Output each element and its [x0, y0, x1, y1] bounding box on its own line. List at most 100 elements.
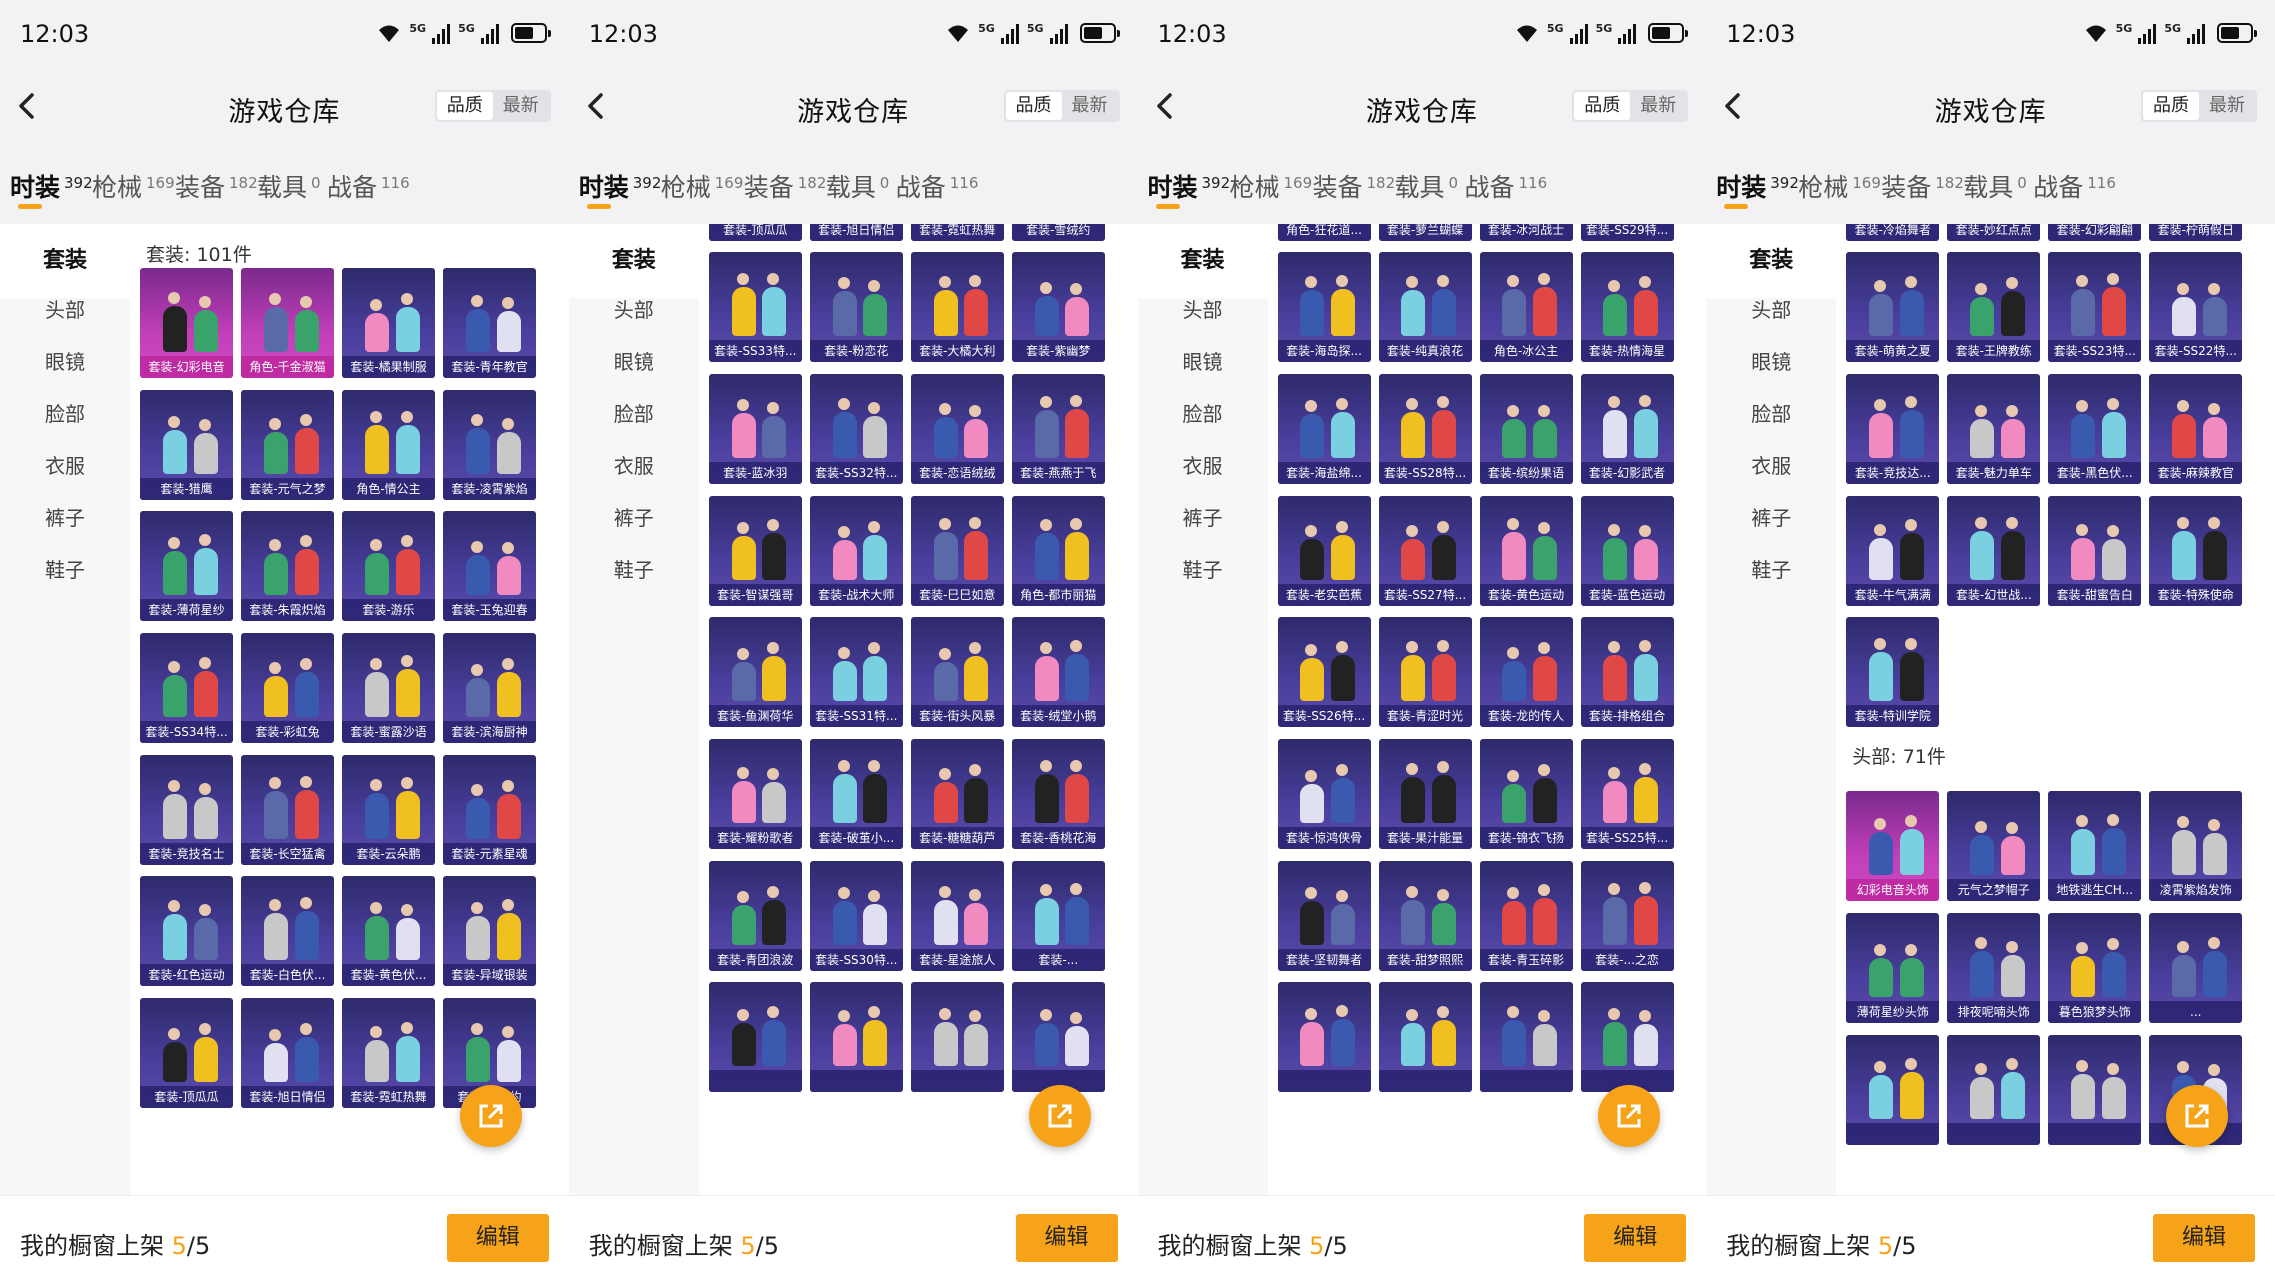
item-card[interactable]: 套装-...之恋	[1580, 860, 1674, 971]
item-card[interactable]: 套装-魅力单车	[1947, 373, 2041, 484]
item-card[interactable]: 幻彩电音头饰	[1846, 791, 1940, 902]
sidebar-item-pants[interactable]: 裤子	[0, 494, 130, 542]
item-card[interactable]: 套装-萌黄之夏	[1846, 252, 1940, 363]
item-card[interactable]: ...	[2149, 912, 2243, 1023]
item-card[interactable]: 套装-霓虹热舞	[342, 998, 435, 1109]
sidebar-item-pants[interactable]: 裤子	[569, 494, 699, 542]
sort-newest-button[interactable]: 最新	[1062, 92, 1118, 120]
item-card[interactable]: 角色-千金淑猫	[241, 268, 334, 378]
item-card[interactable]: 套装-海岛探...	[1277, 252, 1371, 363]
edit-button[interactable]: 编辑	[1584, 1214, 1687, 1262]
item-card[interactable]: 套装-幻世战...	[1947, 495, 2041, 606]
item-card[interactable]: 套装-凌霄紫焰	[443, 389, 536, 500]
item-card[interactable]	[809, 982, 903, 1093]
item-card[interactable]: 套装-红色运动	[140, 876, 233, 987]
sidebar-item-shoes[interactable]: 鞋子	[1706, 546, 1836, 594]
item-card[interactable]: 薄荷星纱头饰	[1846, 912, 1940, 1023]
item-card[interactable]: 凌霄紫焰发饰	[2149, 791, 2243, 902]
tab-fashion[interactable]: 时装 392	[1716, 168, 1799, 204]
item-card[interactable]: 套装-甜蜜告白	[2048, 495, 2142, 606]
tab-supplies[interactable]: 战备 116	[1465, 168, 1548, 204]
sidebar-item-head[interactable]: 头部	[1138, 286, 1268, 334]
item-card[interactable]: 套装-长空猛禽	[241, 754, 334, 865]
tab-equipment[interactable]: 装备 182	[744, 168, 827, 204]
item-card[interactable]: 套装-SS25特...	[1580, 738, 1674, 849]
item-card[interactable]: 套装-...	[1011, 860, 1105, 971]
item-card[interactable]: 套装-王牌教练	[1947, 252, 2041, 363]
item-card[interactable]: 套装-顶瓜瓜	[708, 224, 802, 241]
sidebar-item-face[interactable]: 脸部	[1706, 390, 1836, 438]
item-card[interactable]: 套装-排格组合	[1580, 617, 1674, 728]
item-card[interactable]: 套装-战术大师	[809, 495, 903, 606]
item-card[interactable]: 套装-街头风暴	[910, 617, 1004, 728]
item-card[interactable]: 套装-薄荷星纱	[140, 511, 233, 622]
item-card[interactable]: 套装-旭日情侣	[241, 998, 334, 1109]
sidebar-item-glasses[interactable]: 眼镜	[0, 338, 130, 386]
item-card[interactable]: 套装-元素星魂	[443, 754, 536, 865]
sidebar-item-face[interactable]: 脸部	[0, 390, 130, 438]
item-card[interactable]: 套装-黄色运动	[1479, 495, 1573, 606]
item-card[interactable]: 元气之梦帽子	[1947, 791, 2041, 902]
sort-quality-button[interactable]: 品质	[1574, 92, 1631, 120]
sidebar-item-pants[interactable]: 裤子	[1706, 494, 1836, 542]
item-card[interactable]: 套装-SS32特...	[809, 373, 903, 484]
share-fab[interactable]	[1597, 1085, 1660, 1147]
item-card[interactable]: 套装-竞技名士	[140, 754, 233, 865]
item-card[interactable]: 暮色狼梦头饰	[2048, 912, 2142, 1023]
tab-supplies[interactable]: 战备 116	[2033, 168, 2116, 204]
item-card[interactable]: 套装-SS34特...	[140, 633, 233, 744]
item-card[interactable]: 套装-旭日情侣	[809, 224, 903, 241]
item-card[interactable]: 套装-惊鸿侠骨	[1277, 738, 1371, 849]
item-card[interactable]	[1479, 982, 1573, 1093]
edit-button[interactable]: 编辑	[446, 1214, 549, 1262]
tab-fashion[interactable]: 时装 392	[10, 168, 93, 204]
item-card[interactable]: 套装-云朵鹏	[342, 754, 435, 865]
item-card[interactable]: 套装-冰河战士	[1479, 224, 1573, 241]
item-card[interactable]: 套装-SS22特...	[2149, 252, 2243, 363]
item-card[interactable]: 套装-猎鹰	[140, 389, 233, 500]
item-card[interactable]: 套装-游乐	[342, 511, 435, 622]
sort-quality-button[interactable]: 品质	[436, 92, 493, 120]
item-card[interactable]: 套装-元气之梦	[241, 389, 334, 500]
item-card[interactable]: 套装-绒堂小鹅	[1011, 617, 1105, 728]
item-card[interactable]: 套装-SS29特...	[1580, 224, 1674, 241]
sidebar-item-head[interactable]: 头部	[0, 286, 130, 334]
item-card[interactable]: 套装-牛气满满	[1846, 495, 1940, 606]
item-card[interactable]	[1947, 1034, 2041, 1145]
item-card[interactable]: 角色-狂花道...	[1277, 224, 1371, 241]
tab-vehicles[interactable]: 载具 0	[257, 168, 321, 204]
item-card[interactable]: 套装-顶瓜瓜	[140, 998, 233, 1109]
item-card[interactable]: 套装-缤纷果语	[1479, 373, 1573, 484]
item-card[interactable]: 套装-大橘大利	[910, 252, 1004, 363]
item-card[interactable]	[1846, 1034, 1940, 1145]
item-card[interactable]: 套装-紫幽梦	[1011, 252, 1105, 363]
item-card[interactable]: 套装-萝兰蝴蝶	[1378, 224, 1472, 241]
tab-vehicles[interactable]: 载具 0	[1963, 168, 2027, 204]
tab-equipment[interactable]: 装备 182	[1313, 168, 1396, 204]
item-card[interactable]: 角色-都市丽猫	[1011, 495, 1105, 606]
item-card[interactable]: 套装-特殊使命	[2149, 495, 2243, 606]
item-card[interactable]: 套装-龙的传人	[1479, 617, 1573, 728]
item-card[interactable]	[2048, 1034, 2142, 1145]
item-card[interactable]: 套装-异域银装	[443, 876, 536, 987]
tab-guns[interactable]: 枪械 169	[1798, 168, 1881, 204]
item-card[interactable]: 套装-SS27特...	[1378, 495, 1472, 606]
item-card[interactable]: 套装-黄色伏...	[342, 876, 435, 987]
item-card[interactable]: 套装-甜梦照熙	[1378, 860, 1472, 971]
item-card[interactable]	[1580, 982, 1674, 1093]
item-card[interactable]: 套装-青团浪波	[708, 860, 802, 971]
item-card[interactable]: 套装-雪绒约	[1011, 224, 1105, 241]
item-card[interactable]: 套装-SS31特...	[809, 617, 903, 728]
sidebar-item-face[interactable]: 脸部	[569, 390, 699, 438]
tab-equipment[interactable]: 装备 182	[1881, 168, 1964, 204]
sort-newest-button[interactable]: 最新	[2199, 92, 2255, 120]
item-card[interactable]: 套装-巳巳如意	[910, 495, 1004, 606]
sidebar-item-top[interactable]: 衣服	[1138, 442, 1268, 490]
share-fab[interactable]	[1028, 1085, 1091, 1147]
sidebar-item-glasses[interactable]: 眼镜	[1706, 338, 1836, 386]
item-card[interactable]: 套装-黑色伏...	[2048, 373, 2142, 484]
sidebar-item-top[interactable]: 衣服	[0, 442, 130, 490]
item-card[interactable]	[1378, 982, 1472, 1093]
sidebar-item-shoes[interactable]: 鞋子	[1138, 546, 1268, 594]
item-card[interactable]: 套装-锦衣飞扬	[1479, 738, 1573, 849]
